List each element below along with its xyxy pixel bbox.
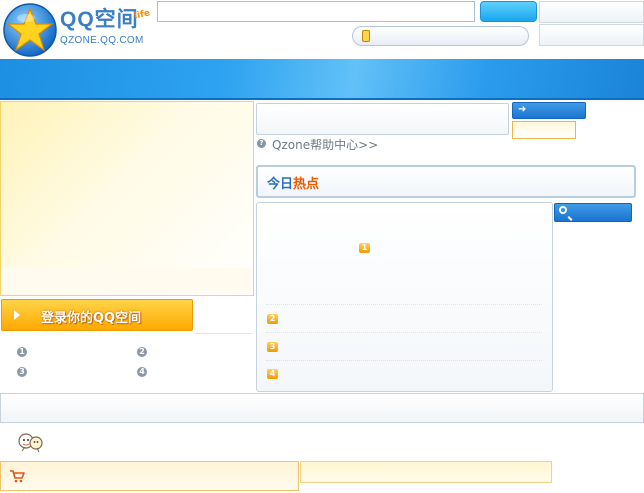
wide-info-bar xyxy=(0,393,644,423)
magnifier-icon xyxy=(559,206,567,214)
right-arrow-icon: ➜ xyxy=(518,104,527,115)
login-button-label: 登录你的QQ空间 xyxy=(41,311,142,326)
hot-news-list xyxy=(256,202,553,392)
intro-panel-footer xyxy=(2,268,252,294)
intro-panel xyxy=(0,101,254,296)
yellow-wide-box[interactable] xyxy=(300,461,552,483)
step-number-3: 3 xyxy=(17,367,27,377)
rank-badge-3: 3 xyxy=(267,342,278,352)
news-divider xyxy=(266,304,542,305)
step-number-4: 4 xyxy=(137,367,147,377)
help-center-link[interactable]: Qzone帮助中心>> xyxy=(272,136,378,153)
mobile-phone-icon xyxy=(362,30,370,42)
mascot-icon xyxy=(18,433,43,453)
help-icon: ? xyxy=(257,139,266,148)
search-input[interactable] xyxy=(157,1,475,22)
rank-badge-2: 2 xyxy=(267,314,278,324)
top-right-panel-lower[interactable] xyxy=(539,24,644,46)
hot-title-today: 今日 xyxy=(267,177,294,192)
top-right-panel-upper[interactable] xyxy=(539,1,644,23)
logo-badge: life xyxy=(133,8,152,22)
news-divider xyxy=(266,332,542,333)
main-nav-bar xyxy=(0,59,644,100)
logo-url: QZONE.QQ.COM xyxy=(60,35,144,46)
yellow-small-box[interactable] xyxy=(512,121,576,139)
shop-bar[interactable] xyxy=(0,461,299,491)
shopping-cart-icon xyxy=(10,470,25,483)
logo-text[interactable]: QQ空间 xyxy=(60,9,139,31)
divider xyxy=(194,333,252,334)
help-box xyxy=(256,103,509,135)
right-arrow-icon xyxy=(14,310,20,320)
step-number-1: 1 xyxy=(17,347,27,357)
star-logo-icon[interactable] xyxy=(2,2,58,58)
news-divider xyxy=(266,360,542,361)
search-button[interactable] xyxy=(480,1,537,22)
rank-badge-4: 4 xyxy=(267,369,278,379)
step-number-2: 2 xyxy=(137,347,147,357)
mobile-access-pill[interactable] xyxy=(352,26,529,46)
hot-title-hot: 热点 xyxy=(293,177,320,192)
rank-badge-1: 1 xyxy=(359,243,370,253)
